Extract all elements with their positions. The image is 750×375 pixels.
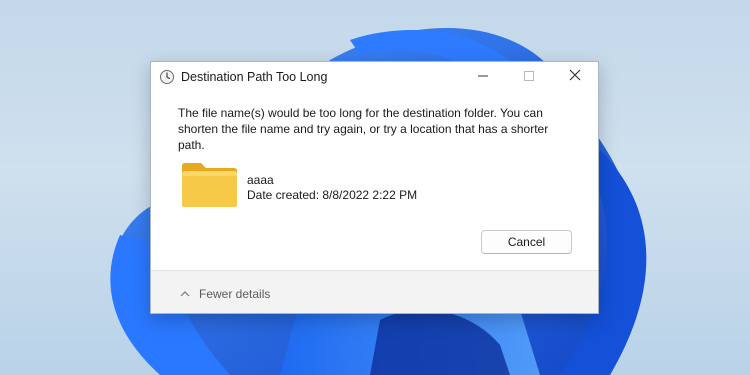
error-message: The file name(s) would be too long for t… xyxy=(178,106,549,152)
fewer-details-toggle[interactable]: Fewer details xyxy=(179,287,270,301)
maximize-button[interactable] xyxy=(506,62,552,92)
destination-path-too-long-dialog: Destination Path Too Long The file name(… xyxy=(150,61,599,314)
folder-icon xyxy=(181,162,238,208)
file-name: aaaa xyxy=(247,173,274,187)
dialog-titlebar[interactable]: Destination Path Too Long xyxy=(151,62,598,92)
close-icon xyxy=(569,68,581,86)
close-button[interactable] xyxy=(552,62,598,92)
file-date-created: Date created: 8/8/2022 2:22 PM xyxy=(247,188,418,202)
clock-icon xyxy=(159,69,175,85)
minimize-icon xyxy=(478,68,488,86)
maximize-icon xyxy=(524,68,534,86)
chevron-up-icon xyxy=(179,288,191,300)
cancel-button[interactable]: Cancel xyxy=(481,230,572,254)
dialog-footer: Fewer details xyxy=(151,270,598,313)
dialog-title: Destination Path Too Long xyxy=(181,70,328,84)
minimize-button[interactable] xyxy=(460,62,506,92)
fewer-details-label: Fewer details xyxy=(199,287,271,301)
